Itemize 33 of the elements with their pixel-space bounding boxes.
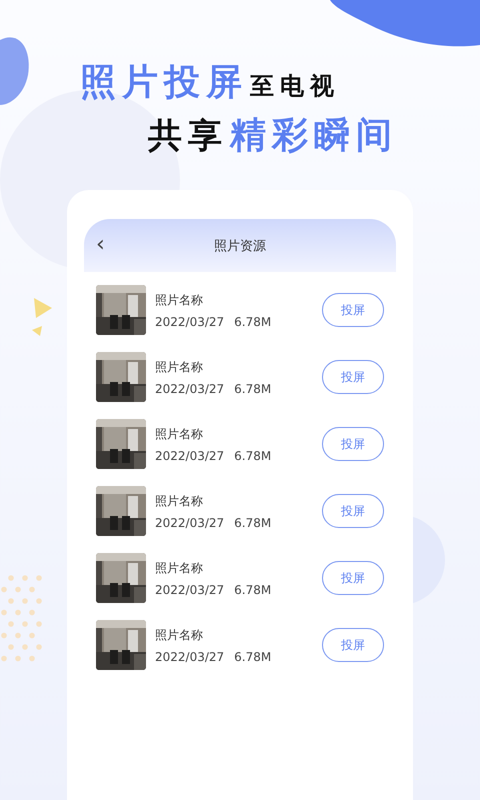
file-size: 6.78M [234, 650, 272, 664]
photo-name: 照片名称 [155, 292, 204, 308]
file-size: 6.78M [234, 382, 272, 396]
headline-text: 照片投屏 [80, 61, 248, 105]
headline-text: 至电视 [250, 71, 340, 102]
file-size: 6.78M [234, 448, 272, 462]
photo-date: 2022/03/27 [155, 650, 224, 664]
cast-button[interactable]: 投屏 [322, 293, 384, 327]
screen-title: 照片资源 [214, 238, 266, 254]
file-size: 6.78M [234, 314, 272, 328]
triangle-shape [34, 298, 52, 318]
photo-name: 照片名称 [155, 626, 204, 644]
photo-name: 照片名称 [155, 492, 204, 510]
cast-button[interactable]: 投屏 [322, 628, 384, 662]
headline-text: 精彩瞬间 [230, 114, 398, 158]
file-size: 6.78M [234, 582, 272, 596]
cast-button[interactable]: 投屏 [322, 360, 384, 394]
photo-date: 2022/03/27 [155, 314, 224, 328]
photo-date: 2022/03/27 [155, 582, 224, 596]
photo-date: 2022/03/27 [155, 516, 224, 530]
headline-text: 共享 [148, 115, 228, 158]
cast-button[interactable]: 投屏 [322, 427, 384, 461]
photo-date: 2022/03/27 [155, 382, 224, 396]
cast-button[interactable]: 投屏 [322, 561, 384, 595]
file-size: 6.78M [234, 516, 272, 530]
photo-name: 照片名称 [155, 426, 204, 442]
back-button[interactable]: ‹ [92, 233, 109, 257]
edge-blob [0, 37, 29, 105]
photo-name: 照片名称 [155, 560, 204, 576]
photo-date: 2022/03/27 [155, 448, 224, 462]
photo-name: 照片名称 [155, 358, 204, 376]
cast-button[interactable]: 投屏 [322, 494, 384, 528]
triangle-shape [32, 326, 42, 336]
